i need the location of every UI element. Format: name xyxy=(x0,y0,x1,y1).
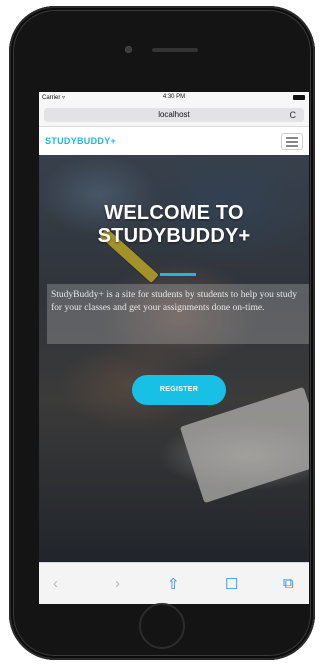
share-icon[interactable]: ⇧ xyxy=(167,575,180,593)
menu-toggle-button[interactable] xyxy=(281,133,303,150)
speaker-grille xyxy=(152,48,198,52)
status-bar: Carrier ▿ 4:30 PM xyxy=(39,92,309,104)
reload-icon[interactable]: C xyxy=(290,108,297,122)
hero-divider xyxy=(160,273,196,276)
phone-screen: Carrier ▿ 4:30 PM localhost C STUDYBUDDY… xyxy=(39,92,309,604)
register-button[interactable]: REGISTER xyxy=(132,375,226,405)
browser-address-bar: localhost C xyxy=(39,104,309,127)
hero-section: WELCOME TO STUDYBUDDY+ StudyBuddy+ is a … xyxy=(39,155,309,562)
hero-title-line1: WELCOME TO xyxy=(104,202,244,224)
home-button[interactable] xyxy=(139,603,185,649)
brand-logo-link[interactable]: STUDYBUDDY+ xyxy=(45,136,116,146)
front-camera xyxy=(125,46,132,53)
back-icon[interactable]: ‹ xyxy=(53,575,58,592)
hero-title-line2: STUDYBUDDY+ xyxy=(97,225,251,247)
hero-description: StudyBuddy+ is a site for students by st… xyxy=(51,290,297,313)
phone-frame: Carrier ▿ 4:30 PM localhost C STUDYBUDDY… xyxy=(9,6,315,660)
site-navbar: STUDYBUDDY+ xyxy=(39,127,309,155)
battery-icon xyxy=(293,95,305,100)
forward-icon[interactable]: › xyxy=(115,575,120,592)
url-text: localhost xyxy=(158,110,190,119)
tabs-icon[interactable]: ⧉ xyxy=(283,575,294,592)
browser-toolbar: ‹ › ⇧ ☐ ⧉ xyxy=(39,562,309,604)
url-field[interactable]: localhost C xyxy=(44,108,304,122)
status-time: 4:30 PM xyxy=(162,94,186,100)
bookmarks-icon[interactable]: ☐ xyxy=(225,575,238,593)
